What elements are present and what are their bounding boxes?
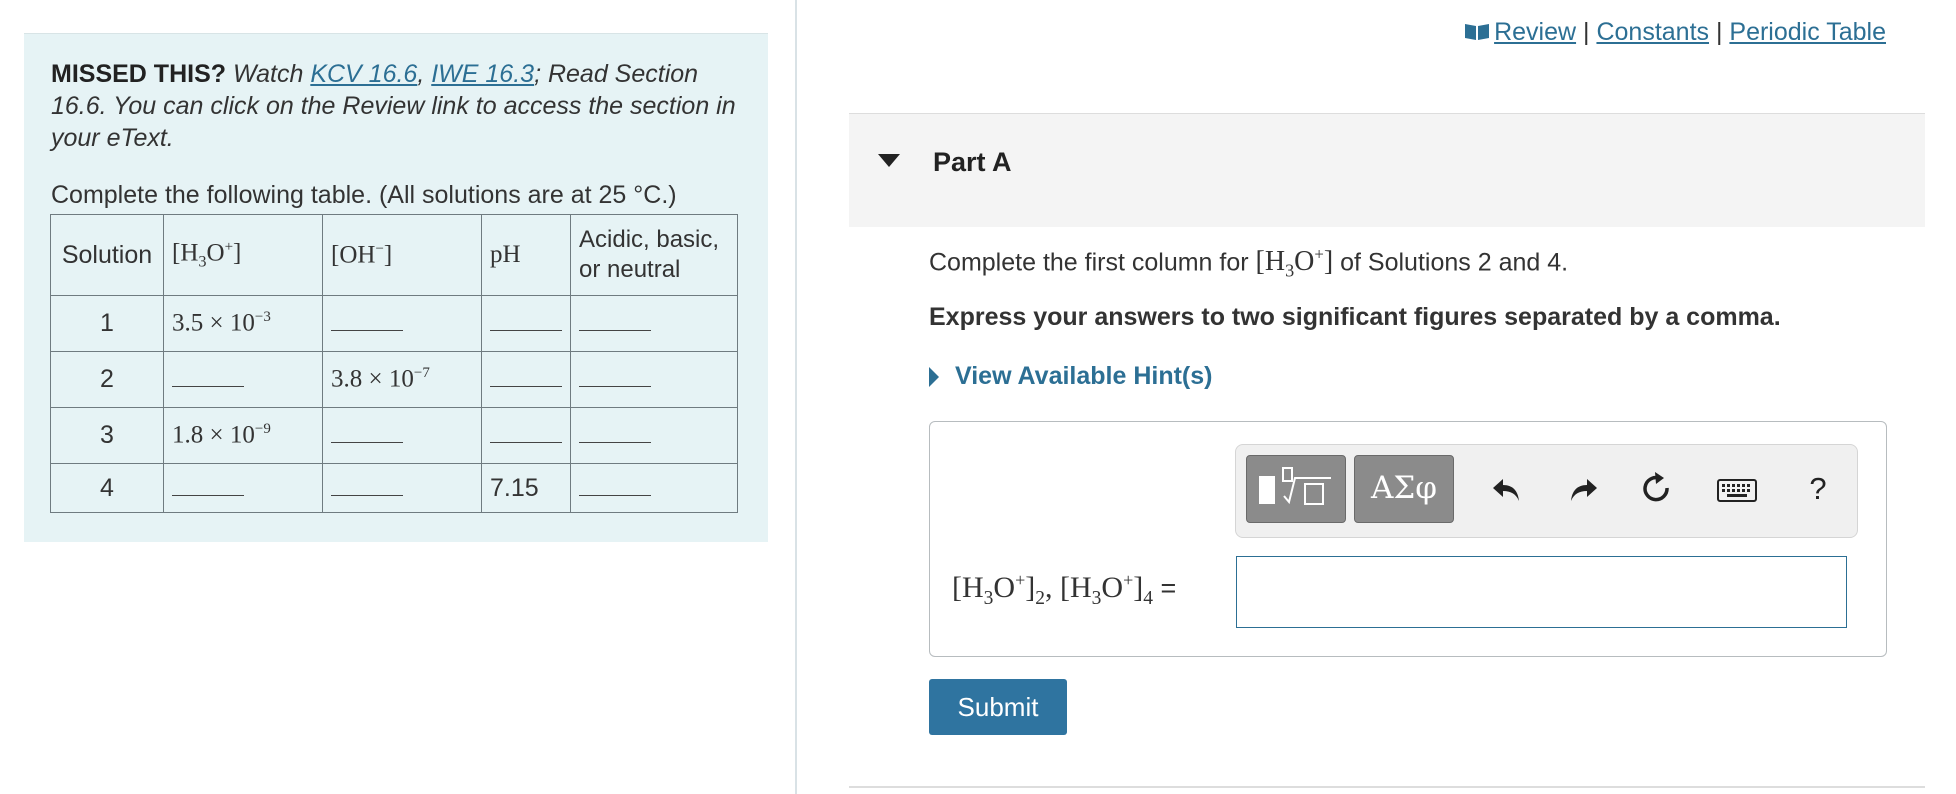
question-text: Complete the first column for [H3O+] of … bbox=[929, 245, 1569, 281]
row-h3o-blank bbox=[163, 351, 323, 408]
row-oh-blank bbox=[322, 295, 482, 352]
part-title: Part A bbox=[933, 147, 1012, 177]
row-ph: 7.15 bbox=[481, 463, 571, 513]
row-oh-blank bbox=[322, 407, 482, 464]
missed-this-panel: MISSED THIS? Watch KCV 16.6, IWE 16.3; R… bbox=[24, 33, 768, 542]
solutions-table: Solution [H3O+] [OH−] pH Acidic, basic, … bbox=[50, 214, 738, 513]
row-acid-blank bbox=[570, 463, 738, 513]
view-hints-link[interactable]: View Available Hint(s) bbox=[929, 362, 1212, 391]
part-a-header[interactable]: Part A bbox=[849, 113, 1925, 227]
undo-icon[interactable] bbox=[1488, 471, 1526, 511]
templates-button[interactable] bbox=[1246, 455, 1346, 523]
h3o-math: [H3O+] bbox=[1255, 245, 1334, 281]
express-instruction: Express your answers to two significant … bbox=[929, 303, 1781, 331]
resource-links: Review | Constants | Periodic Table bbox=[1464, 18, 1886, 48]
kcv-link[interactable]: KCV 16.6 bbox=[310, 60, 417, 88]
row-acid-blank bbox=[570, 295, 738, 352]
collapse-triangle-icon[interactable] bbox=[878, 154, 900, 167]
expand-triangle-icon bbox=[929, 367, 939, 388]
row-solution: 1 bbox=[50, 295, 164, 352]
row-ph-blank bbox=[481, 295, 571, 352]
reset-icon[interactable] bbox=[1638, 471, 1676, 511]
header-h3o: [H3O+] bbox=[163, 214, 323, 296]
row-acid-blank bbox=[570, 407, 738, 464]
table-row: 3 1.8 × 10−9 bbox=[50, 407, 738, 464]
table-row: 2 3.8 × 10−7 bbox=[50, 351, 738, 408]
row-h3o: 3.5 × 10−3 bbox=[163, 295, 323, 352]
table-row: 1 3.5 × 10−3 bbox=[50, 295, 738, 352]
iwe-link[interactable]: IWE 16.3 bbox=[431, 60, 534, 88]
header-oh: [OH−] bbox=[322, 214, 482, 296]
math-toolbar: ΑΣφ ? bbox=[1235, 444, 1858, 538]
bottom-divider bbox=[849, 786, 1925, 788]
greek-symbols-button[interactable]: ΑΣφ bbox=[1354, 455, 1454, 523]
table-instruction: Complete the following table. (All solut… bbox=[51, 181, 677, 209]
row-ph-blank bbox=[481, 351, 571, 408]
panel-divider bbox=[795, 0, 797, 794]
missed-label: MISSED THIS? bbox=[51, 60, 227, 88]
row-ph-blank bbox=[481, 407, 571, 464]
keyboard-icon[interactable] bbox=[1714, 471, 1760, 511]
row-solution: 2 bbox=[50, 351, 164, 408]
header-ph: pH bbox=[481, 214, 571, 296]
constants-link[interactable]: Constants bbox=[1596, 18, 1709, 46]
periodic-table-link[interactable]: Periodic Table bbox=[1729, 18, 1886, 46]
header-solution: Solution bbox=[50, 214, 164, 296]
answer-input[interactable] bbox=[1236, 556, 1847, 628]
missed-this-text: MISSED THIS? Watch KCV 16.6, IWE 16.3; R… bbox=[51, 60, 736, 152]
review-link[interactable]: Review bbox=[1494, 18, 1576, 46]
row-oh-blank bbox=[322, 463, 482, 513]
help-button[interactable]: ? bbox=[1799, 471, 1837, 511]
row-solution: 4 bbox=[50, 463, 164, 513]
equation-label: [H3O+]2, [H3O+]4 = bbox=[952, 570, 1177, 609]
table-row: 4 7.15 bbox=[50, 463, 738, 513]
book-icon bbox=[1464, 19, 1490, 48]
redo-icon[interactable] bbox=[1564, 471, 1602, 511]
header-acid: Acidic, basic, or neutral bbox=[570, 214, 738, 296]
row-acid-blank bbox=[570, 351, 738, 408]
table-header-row: Solution [H3O+] [OH−] pH Acidic, basic, … bbox=[50, 214, 738, 296]
row-oh: 3.8 × 10−7 bbox=[322, 351, 482, 408]
submit-button[interactable]: Submit bbox=[929, 679, 1067, 735]
row-solution: 3 bbox=[50, 407, 164, 464]
row-h3o: 1.8 × 10−9 bbox=[163, 407, 323, 464]
answer-box: ΑΣφ ? [H3O+]2, [H3O+]4 = bbox=[929, 421, 1887, 657]
row-h3o-blank bbox=[163, 463, 323, 513]
